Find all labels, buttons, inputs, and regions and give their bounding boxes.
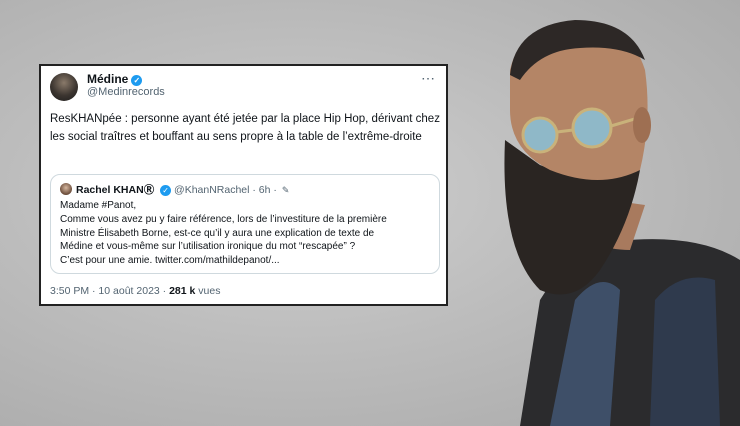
quoted-tweet-header: Rachel KHANⓇ ✓ @KhanNRachel · 6h · ✎	[76, 182, 289, 197]
quoted-line: Médine et vous-même sur l’utilisation ir…	[60, 241, 356, 253]
quoted-tweet-text: Madame #Panot, Comme vous avez pu y fair…	[60, 199, 435, 268]
quoted-line: C’est pour une amie. twitter.com/mathild…	[60, 255, 280, 267]
quoted-verified-badge-icon: ✓	[160, 185, 172, 196]
quoted-line: Comme vous avez pu y faire référence, lo…	[60, 213, 387, 225]
views-label: vues	[198, 285, 221, 297]
tweet-timestamp[interactable]: 3:50 PM · 10 août 2023 ·	[50, 285, 166, 297]
tweet-card[interactable]: Médine ✓ @Medinrecords ⋯ ResKHANpée : per…	[39, 64, 448, 306]
tweet-text: ResKHANpée : personne ayant été jetée pa…	[50, 113, 440, 143]
quoted-author-avatar[interactable]	[60, 183, 72, 195]
tweet-meta: 3:50 PM · 10 août 2023 · 281 k vues	[50, 285, 220, 297]
quoted-author-name[interactable]: Rachel KHAN	[76, 184, 144, 196]
author-handle[interactable]: @Medinrecords	[87, 86, 165, 98]
quoted-tweet[interactable]: Rachel KHANⓇ ✓ @KhanNRachel · 6h · ✎ Mad…	[50, 174, 440, 274]
views-count: 281 k	[169, 285, 196, 297]
more-options-icon[interactable]: ⋯	[421, 70, 436, 87]
author-name[interactable]: Médine ✓	[87, 72, 143, 86]
quoted-handle-time: @KhanNRachel · 6h ·	[174, 184, 277, 196]
quoted-line: Ministre Élisabeth Borne, est-ce qu’il y…	[60, 227, 375, 239]
verified-badge-icon: ✓	[131, 75, 143, 86]
person-photo	[504, 20, 740, 426]
quoted-author-badge: Ⓡ	[143, 184, 155, 196]
author-name-text[interactable]: Médine	[87, 72, 128, 86]
edited-pencil-icon: ✎	[281, 185, 290, 195]
quoted-line: Madame #Panot,	[60, 200, 137, 211]
author-avatar[interactable]	[50, 73, 78, 101]
